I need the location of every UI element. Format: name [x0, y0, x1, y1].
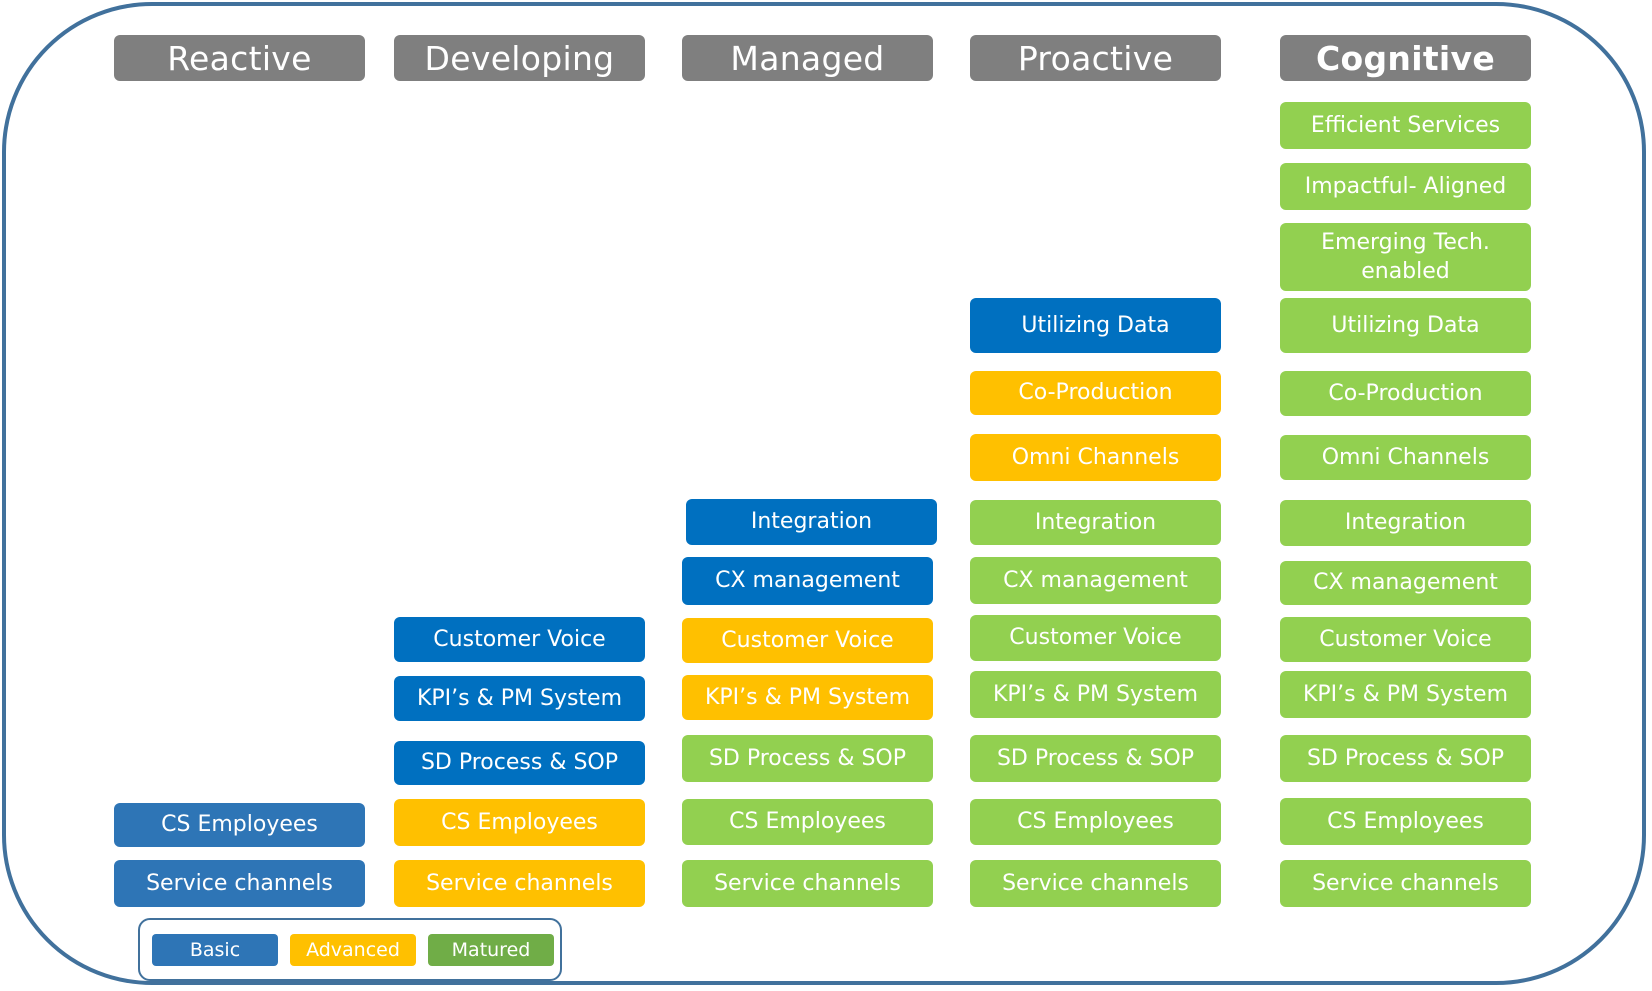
stage-header-proactive: Proactive [970, 35, 1221, 81]
stage-header-managed: Managed [682, 35, 933, 81]
stage-header-developing: Developing [394, 35, 645, 81]
capability-box: CS Employees [394, 799, 645, 846]
capability-box: Service channels [114, 860, 365, 907]
capability-box: Integration [1280, 500, 1531, 546]
capability-box: CX management [682, 557, 933, 605]
capability-box: SD Process & SOP [394, 741, 645, 785]
capability-box: Customer Voice [682, 618, 933, 663]
capability-box: CX management [1280, 561, 1531, 605]
capability-box: Customer Voice [970, 615, 1221, 661]
capability-box: KPI’s & PM System [682, 675, 933, 720]
capability-box: CS Employees [1280, 798, 1531, 845]
capability-box: Integration [970, 500, 1221, 545]
capability-box: CS Employees [682, 799, 933, 845]
capability-box: CX management [970, 557, 1221, 604]
capability-box: KPI’s & PM System [394, 676, 645, 721]
capability-box: KPI’s & PM System [1280, 671, 1531, 718]
stage-header-cognitive: Cognitive [1280, 35, 1531, 81]
capability-box: Integration [686, 499, 937, 545]
capability-box: Co-Production [970, 371, 1221, 415]
legend-basic: Basic [152, 934, 278, 966]
capability-box: Service channels [682, 860, 933, 907]
capability-box: Utilizing Data [1280, 298, 1531, 353]
capability-box: Service channels [1280, 860, 1531, 907]
capability-box: Omni Channels [1280, 435, 1531, 480]
capability-box: Service channels [394, 860, 645, 907]
capability-box: Customer Voice [394, 617, 645, 662]
capability-box: Emerging Tech. enabled [1280, 223, 1531, 291]
capability-box: SD Process & SOP [1280, 735, 1531, 782]
capability-box: CS Employees [114, 803, 365, 847]
legend-matured: Matured [428, 934, 554, 966]
capability-box: CS Employees [970, 799, 1221, 845]
stage-header-reactive: Reactive [114, 35, 365, 81]
capability-box: Customer Voice [1280, 617, 1531, 662]
legend-advanced: Advanced [290, 934, 416, 966]
capability-box: Utilizing Data [970, 298, 1221, 353]
capability-box: SD Process & SOP [682, 735, 933, 782]
capability-box: KPI’s & PM System [970, 671, 1221, 718]
capability-box: Efficient Services [1280, 102, 1531, 149]
capability-box: Omni Channels [970, 434, 1221, 481]
legend: Basic Advanced Matured [138, 918, 562, 981]
capability-box: Co-Production [1280, 371, 1531, 416]
capability-box: Service channels [970, 860, 1221, 907]
capability-box: Impactful- Aligned [1280, 163, 1531, 210]
capability-box: SD Process & SOP [970, 735, 1221, 782]
